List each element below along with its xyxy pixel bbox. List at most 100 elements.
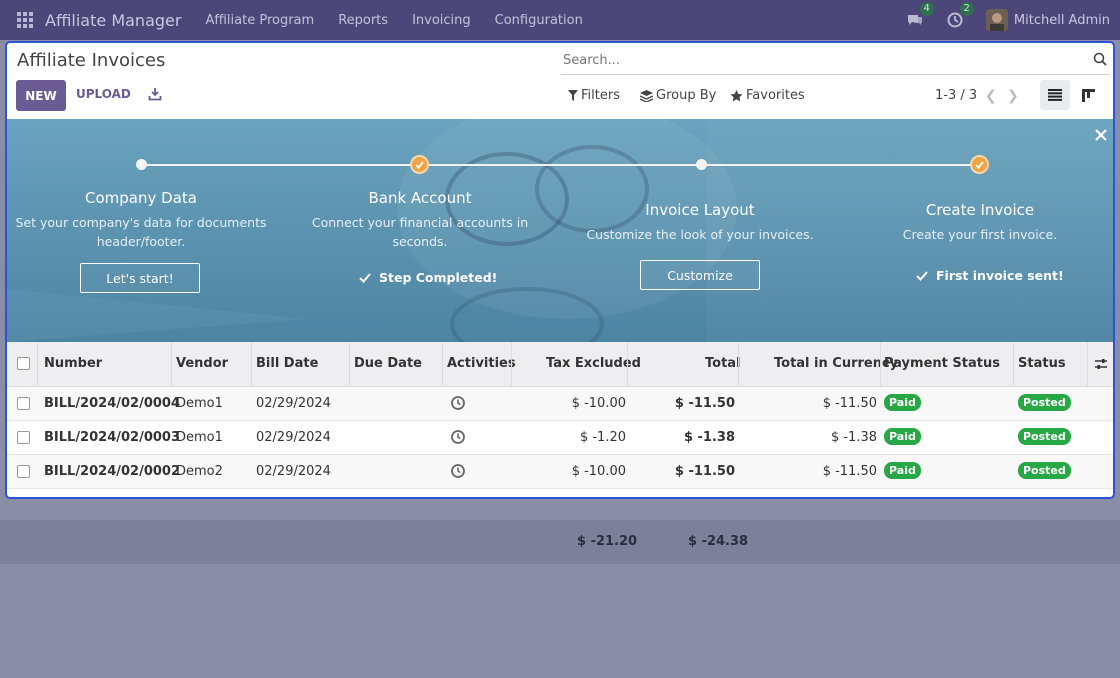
- kanban-view-button[interactable]: [1073, 80, 1103, 110]
- cell-tax-excluded: $ -1.20: [579, 430, 626, 445]
- column-bill-date[interactable]: Bill Date: [256, 356, 318, 371]
- favorites-label: Favorites: [746, 88, 805, 103]
- step-create-invoice-title: Create Invoice: [925, 201, 1035, 219]
- cell-tax-excluded: $ -10.00: [571, 464, 626, 479]
- column-payment-status[interactable]: Payment Status: [884, 356, 1000, 371]
- column-separator: [880, 342, 881, 386]
- activity-clock-icon[interactable]: [450, 463, 466, 479]
- filters-button[interactable]: Filters: [568, 88, 620, 103]
- search-icon[interactable]: [1093, 52, 1107, 66]
- messages-badge: 4: [919, 2, 934, 16]
- step-1-dot: [136, 159, 147, 170]
- step-4-check-icon: [970, 155, 989, 174]
- column-due-date[interactable]: Due Date: [354, 356, 422, 371]
- menu-affiliate-program[interactable]: Affiliate Program: [205, 13, 314, 28]
- pager-value[interactable]: 1-3 / 3: [935, 88, 977, 103]
- column-separator: [442, 342, 443, 386]
- payment-status-badge: Paid: [884, 462, 921, 479]
- total-amount: $ -24.38: [688, 534, 749, 549]
- activities-badge: 2: [959, 2, 974, 16]
- total-tax-excluded: $ -21.20: [577, 534, 638, 549]
- select-all-checkbox[interactable]: [17, 357, 30, 370]
- table-row[interactable]: BILL/2024/02/0003 Demo1 02/29/2024 $ -1.…: [7, 421, 1113, 455]
- cell-total-in-currency: $ -11.50: [822, 396, 877, 411]
- list-view-icon: [1048, 89, 1062, 101]
- column-separator: [1087, 342, 1088, 386]
- app-brand[interactable]: Affiliate Manager: [45, 11, 181, 30]
- column-status[interactable]: Status: [1018, 356, 1066, 371]
- step-create-invoice: Create Invoice Create your first invoice…: [850, 201, 1110, 244]
- row-checkbox[interactable]: [17, 397, 30, 410]
- step-invoice-layout-title: Invoice Layout: [645, 201, 755, 219]
- search-input[interactable]: [561, 47, 1081, 73]
- optional-columns-icon[interactable]: [1094, 357, 1108, 371]
- status-badge: Posted: [1018, 428, 1071, 445]
- list-view-button[interactable]: [1040, 80, 1070, 110]
- cell-total: $ -11.50: [674, 396, 735, 411]
- lets-start-button[interactable]: Let's start!: [80, 263, 200, 293]
- status-badge: Posted: [1018, 394, 1071, 411]
- invoice-step-completed: First invoice sent!: [916, 268, 1064, 283]
- cell-bill-date: 02/29/2024: [256, 396, 331, 411]
- cell-number: BILL/2024/02/0003: [44, 430, 181, 445]
- cell-vendor: Demo2: [176, 464, 223, 479]
- column-vendor[interactable]: Vendor: [176, 356, 228, 371]
- column-number[interactable]: Number: [44, 356, 102, 371]
- step-company-data: Company Data Set your company's data for…: [11, 189, 271, 251]
- table-row[interactable]: BILL/2024/02/0002 Demo2 02/29/2024 $ -10…: [7, 455, 1113, 489]
- payment-status-badge: Paid: [884, 394, 921, 411]
- cell-number: BILL/2024/02/0002: [44, 464, 181, 479]
- menu-configuration[interactable]: Configuration: [495, 13, 583, 28]
- column-activities[interactable]: Activities: [447, 356, 516, 371]
- cell-total-in-currency: $ -11.50: [822, 464, 877, 479]
- new-button[interactable]: NEW: [16, 80, 66, 111]
- invoice-step-completed-label: First invoice sent!: [936, 268, 1064, 283]
- cell-total-in-currency: $ -1.38: [830, 430, 877, 445]
- upload-button[interactable]: UPLOAD: [76, 87, 131, 101]
- bank-step-completed-label: Step Completed!: [379, 270, 498, 285]
- layers-icon: [640, 89, 653, 102]
- cell-vendor: Demo1: [176, 430, 223, 445]
- user-avatar[interactable]: [985, 9, 1008, 31]
- page-title: Affiliate Invoices: [17, 50, 166, 71]
- step-invoice-layout: Invoice Layout Customize the look of you…: [570, 201, 830, 244]
- table-row[interactable]: BILL/2024/02/0004 Demo1 02/29/2024 $ -10…: [7, 387, 1113, 421]
- menu-reports[interactable]: Reports: [338, 13, 388, 28]
- cell-total: $ -11.50: [674, 464, 735, 479]
- star-icon: [730, 89, 743, 101]
- step-create-invoice-desc: Create your first invoice.: [902, 227, 1058, 242]
- step-bank-account: Bank Account Connect your financial acco…: [290, 189, 550, 251]
- row-checkbox[interactable]: [17, 465, 30, 478]
- favorites-button[interactable]: Favorites: [730, 88, 805, 103]
- apps-menu-icon[interactable]: [17, 12, 33, 28]
- kanban-view-icon: [1081, 88, 1095, 102]
- close-banner-icon[interactable]: [1093, 127, 1109, 143]
- download-icon[interactable]: [148, 87, 162, 101]
- filters-label: Filters: [581, 88, 620, 103]
- activity-clock-icon[interactable]: [450, 429, 466, 445]
- column-total[interactable]: Total: [705, 356, 741, 371]
- user-name[interactable]: Mitchell Admin: [1014, 13, 1110, 28]
- column-separator: [37, 342, 38, 386]
- menu-invoicing[interactable]: Invoicing: [412, 13, 471, 28]
- payment-status-badge: Paid: [884, 428, 921, 445]
- checkmark-icon: [359, 272, 371, 283]
- column-separator: [738, 342, 739, 386]
- cell-number: BILL/2024/02/0004: [44, 396, 181, 411]
- bank-step-completed: Step Completed!: [359, 270, 497, 285]
- progress-line: [147, 164, 982, 166]
- column-separator: [627, 342, 628, 386]
- step-company-data-title: Company Data: [85, 189, 197, 207]
- customize-button[interactable]: Customize: [640, 260, 760, 290]
- row-checkbox[interactable]: [17, 431, 30, 444]
- pager-next-icon[interactable]: ❯: [1007, 88, 1019, 104]
- pager-previous-icon[interactable]: ❮: [985, 88, 997, 104]
- group-by-button[interactable]: Group By: [640, 88, 716, 103]
- activities-clock-icon[interactable]: 2: [946, 2, 974, 29]
- activity-clock-icon[interactable]: [450, 395, 466, 411]
- cell-bill-date: 02/29/2024: [256, 430, 331, 445]
- cell-total: $ -1.38: [683, 430, 735, 445]
- messages-icon[interactable]: 4: [906, 2, 934, 29]
- invoices-table: Number Vendor Bill Date Due Date Activit…: [7, 342, 1113, 489]
- column-separator: [1013, 342, 1014, 386]
